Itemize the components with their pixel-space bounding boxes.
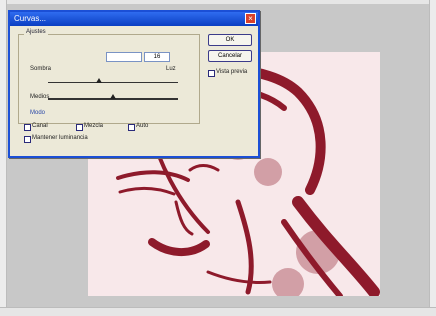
option-checkbox-3[interactable]: [128, 124, 135, 131]
eye-right: [188, 164, 220, 172]
dialog-titlebar[interactable]: Curvas... ×: [10, 12, 258, 26]
label-mid: Medios: [30, 94, 50, 100]
option-checkbox-2[interactable]: [76, 124, 83, 131]
ok-button[interactable]: OK: [208, 34, 252, 46]
slider-thumb-2[interactable]: [110, 94, 116, 99]
label-left: Sombra: [30, 66, 52, 72]
option-label-2: Mezcla: [84, 123, 104, 129]
frame-left: [0, 0, 7, 316]
frame-right: [429, 0, 436, 316]
input-field-1[interactable]: [106, 52, 142, 62]
slider-thumb-1[interactable]: [96, 78, 102, 83]
group-label: Ajustes: [24, 29, 48, 35]
footer-checkbox[interactable]: [24, 136, 31, 143]
eyebrow-left: [116, 170, 190, 182]
cancel-button[interactable]: Cancelar: [208, 50, 252, 62]
chin-shadow: [206, 270, 272, 284]
nose: [174, 200, 194, 236]
eye-left: [118, 186, 176, 196]
curves-dialog: Curvas... × Ajustes 16 Sombra Luz Medios…: [8, 10, 260, 158]
option-label-3: Auto: [136, 123, 149, 129]
preview-checkbox[interactable]: [208, 70, 215, 77]
frame-bottom: [0, 307, 436, 316]
dialog-title: Curvas...: [14, 14, 47, 23]
label-right: Luz: [166, 66, 176, 72]
slider-track-1: [48, 82, 178, 83]
option-label-1: Canal: [32, 123, 48, 129]
frame-top: [0, 0, 436, 4]
preview-label: Vista previa: [216, 69, 248, 75]
mode-label: Modo: [30, 110, 46, 116]
footer-check-label: Mantener luminancia: [32, 135, 88, 141]
close-button[interactable]: ×: [245, 13, 256, 24]
settings-group: [18, 34, 200, 124]
option-checkbox-1[interactable]: [24, 124, 31, 131]
neck-line: [235, 199, 254, 295]
input-field-2[interactable]: 16: [144, 52, 170, 62]
mouth: [148, 238, 210, 256]
